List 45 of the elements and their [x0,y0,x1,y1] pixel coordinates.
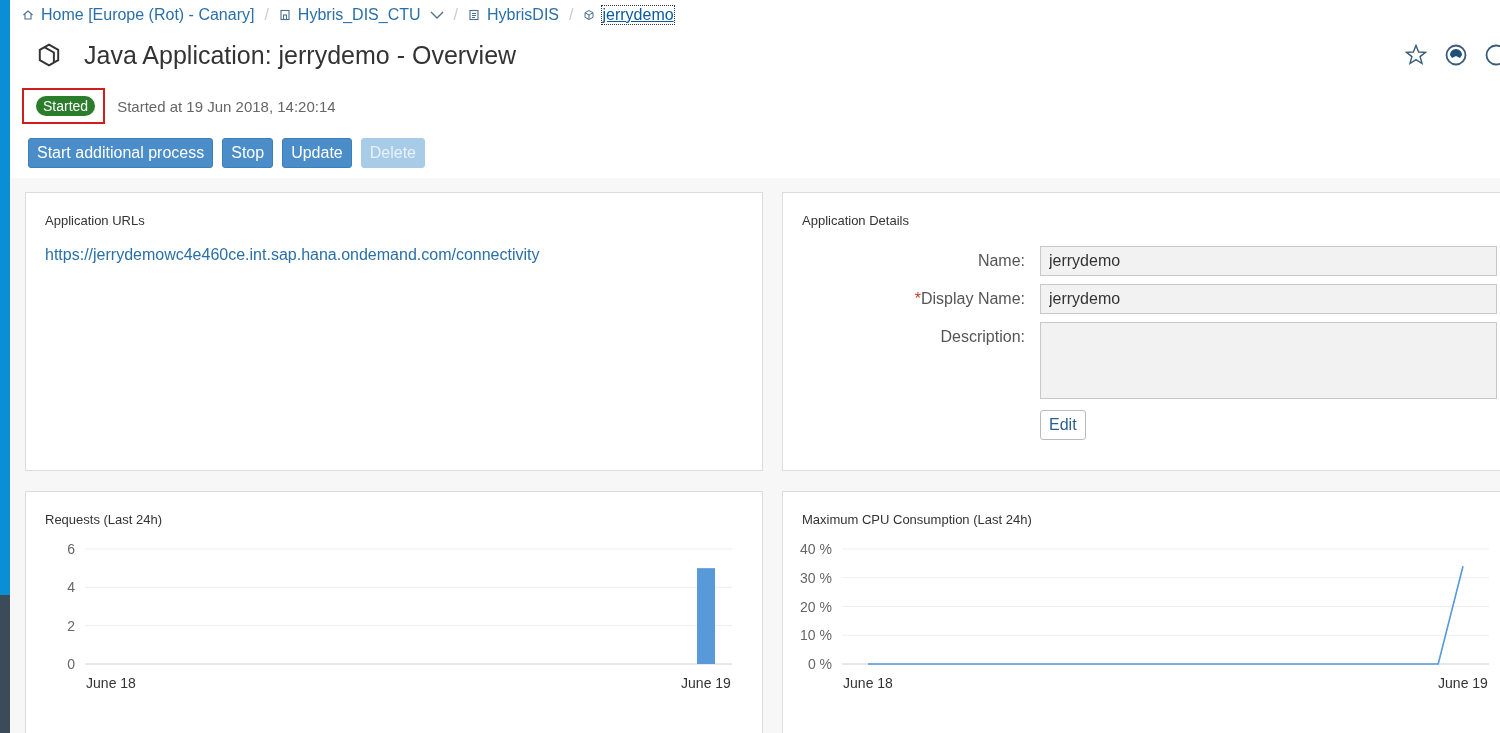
y-axis-label: 0 % [807,656,832,672]
status-timestamp: Started at 19 Jun 2018, 14:20:14 [117,97,336,115]
breadcrumb-separator: / [264,6,269,24]
card-title: Requests (Last 24h) [45,512,163,527]
y-axis-label: 10 % [800,627,832,644]
document-icon [468,9,480,21]
y-axis-label: 2 [67,617,75,634]
breadcrumb-link[interactable]: HybrisDIS [487,6,559,24]
star-icon[interactable] [1404,43,1428,67]
field-label: Name: [977,252,1025,269]
cube-icon [583,9,596,21]
breadcrumb-separator: / [569,6,574,24]
x-axis-label: June 18 [86,675,136,691]
y-axis-label: 0 [67,656,75,672]
breadcrumb-link[interactable]: Home [Europe (Rot) - Canary] [41,6,255,24]
x-axis-label: June 19 [1438,675,1488,691]
y-axis-label: 40 % [800,541,832,557]
home-icon [22,9,34,21]
breadcrumb-separator: / [453,6,458,24]
y-axis-label: 6 [67,541,75,557]
breadcrumb-link[interactable]: jerrydemo [602,6,674,24]
card-title: Maximum CPU Consumption (Last 24h) [802,512,1032,527]
card-title: Application Details [802,213,909,228]
y-axis-label: 30 % [800,569,832,586]
building-icon [278,9,291,21]
page-title: Java Application: jerrydemo - Overview [84,40,517,70]
field-label: *Display Name: [914,290,1025,307]
y-axis-label: 20 % [800,598,832,615]
user-icon[interactable] [1444,43,1468,67]
chevron-down-icon[interactable] [429,11,444,19]
action-button[interactable]: Stop [222,138,274,168]
card-title: Application URLs [45,213,145,228]
input-field[interactable]: jerrydemo [1040,246,1497,276]
x-axis-label: June 19 [681,675,731,691]
application-url-link[interactable]: https://jerrydemowc4e460ce.int.sap.hana.ondemand.com/connectivity [45,246,540,264]
x-axis-label: June 18 [843,675,893,691]
breadcrumb-link[interactable]: Hybris_DIS_CTU [297,6,421,24]
action-button[interactable]: Update [282,138,352,168]
action-button[interactable]: Start additional process [28,138,214,168]
field-label: Description: [940,328,1025,345]
edit-button[interactable]: Edit [1040,410,1086,440]
status-badge: Started [36,96,96,116]
input-field[interactable]: jerrydemo [1040,284,1497,314]
y-axis-label: 4 [67,579,75,596]
cube-icon [36,42,62,68]
